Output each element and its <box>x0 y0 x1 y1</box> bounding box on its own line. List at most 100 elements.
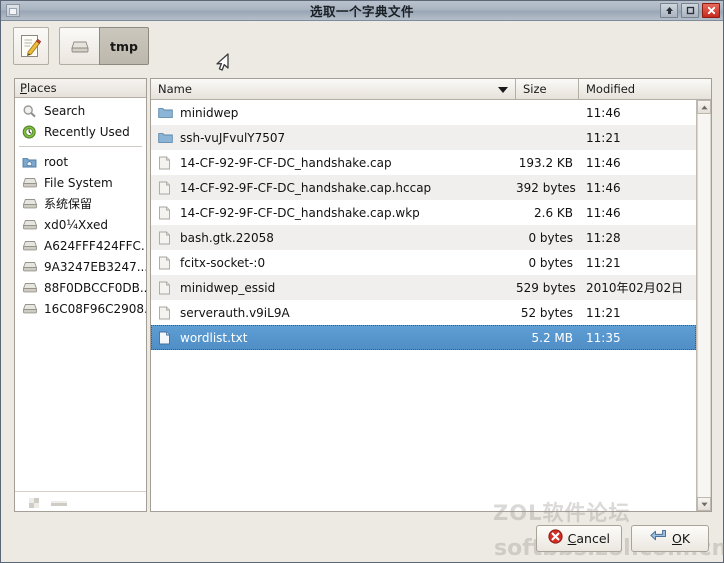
sidebar-item-recently-used[interactable]: Recently Used <box>15 121 146 142</box>
file-icon <box>158 181 173 195</box>
scrollbar-trough[interactable] <box>697 114 711 497</box>
column-header-size-label: Size <box>523 82 547 96</box>
file-name-text: 14-CF-92-9F-CF-DC_handshake.cap.wkp <box>180 205 420 220</box>
sidebar-item-drive-system-reserved[interactable]: 系统保留 <box>15 193 146 214</box>
file-name-cell: serverauth.v9iL9A <box>151 306 516 320</box>
scroll-up-button[interactable] <box>697 100 711 114</box>
sidebar-item-label: Search <box>44 103 86 118</box>
file-modified-cell: 2010年02月02日 <box>586 281 684 295</box>
file-size-cell: 529 bytes <box>516 280 576 295</box>
sidebar-item-label: Recently Used <box>44 124 130 139</box>
file-list-pane: Name Size Modified minidwep 11:46 ssh-vu… <box>150 78 712 512</box>
location-toolbar: tmp <box>1 21 723 73</box>
file-modified-cell: 11:46 <box>586 105 621 120</box>
path-button-label: tmp <box>110 38 138 54</box>
cancel-button-label: Cancel <box>567 530 610 546</box>
file-size-cell: 0 bytes <box>528 230 573 245</box>
file-modified-cell: 11:21 <box>586 305 621 320</box>
sidebar-item-drive-88f0[interactable]: 88F0DBCCF0DB... <box>15 277 146 298</box>
chevron-up-icon <box>700 105 708 109</box>
ok-button-label: OK <box>671 530 691 546</box>
table-row[interactable]: 14-CF-92-9F-CF-DC_handshake.cap.hccap 39… <box>151 175 696 200</box>
file-name-cell: ssh-vuJFvulY7507 <box>151 131 516 145</box>
file-size-cell: 5.2 MB <box>531 330 573 345</box>
drive-icon <box>70 41 89 52</box>
cancel-button[interactable]: Cancel <box>535 524 622 552</box>
sidebar-item-drive-xd0[interactable]: xd0¼Xxed <box>15 214 146 235</box>
file-name-cell: wordlist.txt <box>151 331 516 345</box>
path-button-tmp[interactable]: tmp <box>99 27 149 65</box>
sidebar-item-label: 16C08F96C2908... <box>44 301 146 316</box>
dialog-action-bar: Cancel OK <box>1 514 723 562</box>
file-name-cell: 14-CF-92-9F-CF-DC_handshake.cap.wkp <box>151 206 516 220</box>
window-title: 选取一个字典文件 <box>309 4 414 19</box>
table-row[interactable]: 14-CF-92-9F-CF-DC_handshake.cap 193.2 KB… <box>151 150 696 175</box>
places-list: Search Recently Used root File System 系统… <box>15 98 146 491</box>
file-icon <box>158 306 173 320</box>
path-button-root[interactable] <box>59 27 99 65</box>
file-name-text: fcitx-socket-:0 <box>180 255 266 270</box>
close-button[interactable] <box>702 3 720 18</box>
column-header-modified[interactable]: Modified <box>579 79 711 100</box>
file-icon <box>158 206 173 220</box>
column-header-name[interactable]: Name <box>151 79 516 100</box>
drive-icon <box>21 217 38 232</box>
drive-icon <box>21 259 38 274</box>
sidebar-item-label: 9A3247EB3247... <box>44 259 146 274</box>
sidebar-item-search[interactable]: Search <box>15 100 146 121</box>
file-modified-cell: 11:21 <box>586 130 621 145</box>
file-name-text: 14-CF-92-9F-CF-DC_handshake.cap <box>180 155 392 170</box>
vertical-scrollbar[interactable] <box>696 100 711 511</box>
chevron-down-icon <box>700 502 708 506</box>
file-size-cell: 2.6 KB <box>534 205 573 220</box>
file-modified-cell: 11:46 <box>586 155 621 170</box>
file-name-text: bash.gtk.22058 <box>180 230 274 245</box>
file-chooser-dialog: 选取一个字典文件 tmp P laces Search Recently Use… <box>0 0 724 563</box>
file-name-text: ssh-vuJFvulY7507 <box>180 130 286 145</box>
file-modified-cell: 11:28 <box>586 230 621 245</box>
file-name-cell: fcitx-socket-:0 <box>151 256 516 270</box>
folder-icon <box>158 131 173 145</box>
table-row-selected[interactable]: wordlist.txt 5.2 MB 11:35 <box>151 325 696 350</box>
sort-descending-icon <box>498 87 508 93</box>
sidebar-item-drive-a624[interactable]: A624FFF424FFC... <box>15 235 146 256</box>
shade-button[interactable] <box>660 3 678 18</box>
maximize-button[interactable] <box>681 3 699 18</box>
file-name-cell: minidwep <box>151 106 516 120</box>
places-header-rest: laces <box>26 81 57 95</box>
table-row[interactable]: serverauth.v9iL9A 52 bytes 11:21 <box>151 300 696 325</box>
table-row[interactable]: fcitx-socket-:0 0 bytes 11:21 <box>151 250 696 275</box>
file-name-cell: 14-CF-92-9F-CF-DC_handshake.cap.hccap <box>151 181 516 195</box>
file-list-header: Name Size Modified <box>151 79 711 100</box>
sidebar-item-label: xd0¼Xxed <box>44 217 108 232</box>
table-row[interactable]: minidwep_essid 529 bytes 2010年02月02日 <box>151 275 696 300</box>
table-row[interactable]: ssh-vuJFvulY7507 11:21 <box>151 125 696 150</box>
type-filename-button[interactable] <box>13 27 49 65</box>
remove-bookmark-button[interactable] <box>51 497 67 507</box>
places-header-mnemonic: P <box>20 81 27 95</box>
file-name-text: serverauth.v9iL9A <box>180 305 290 320</box>
ok-button[interactable]: OK <box>631 524 709 552</box>
table-row[interactable]: minidwep 11:46 <box>151 100 696 125</box>
sidebar-item-drive-16c0[interactable]: 16C08F96C2908... <box>15 298 146 319</box>
table-row[interactable]: 14-CF-92-9F-CF-DC_handshake.cap.wkp 2.6 … <box>151 200 696 225</box>
file-icon <box>158 231 173 245</box>
scroll-down-button[interactable] <box>697 497 711 511</box>
sidebar-divider <box>19 146 142 147</box>
sidebar-item-drive-9a32[interactable]: 9A3247EB3247... <box>15 256 146 277</box>
search-icon <box>21 103 38 118</box>
places-footer <box>15 491 146 511</box>
column-header-name-label: Name <box>158 82 192 96</box>
titlebar-buttons <box>660 3 720 18</box>
column-header-modified-label: Modified <box>586 82 636 96</box>
table-row[interactable]: bash.gtk.22058 0 bytes 11:28 <box>151 225 696 250</box>
file-icon <box>158 156 173 170</box>
add-bookmark-button[interactable] <box>29 497 39 508</box>
column-header-size[interactable]: Size <box>516 79 579 100</box>
file-modified-cell: 11:21 <box>586 255 621 270</box>
sidebar-item-root[interactable]: root <box>15 151 146 172</box>
file-modified-cell: 11:46 <box>586 180 621 195</box>
sidebar-item-file-system[interactable]: File System <box>15 172 146 193</box>
drive-icon <box>21 175 38 190</box>
places-header: Places <box>15 79 146 98</box>
